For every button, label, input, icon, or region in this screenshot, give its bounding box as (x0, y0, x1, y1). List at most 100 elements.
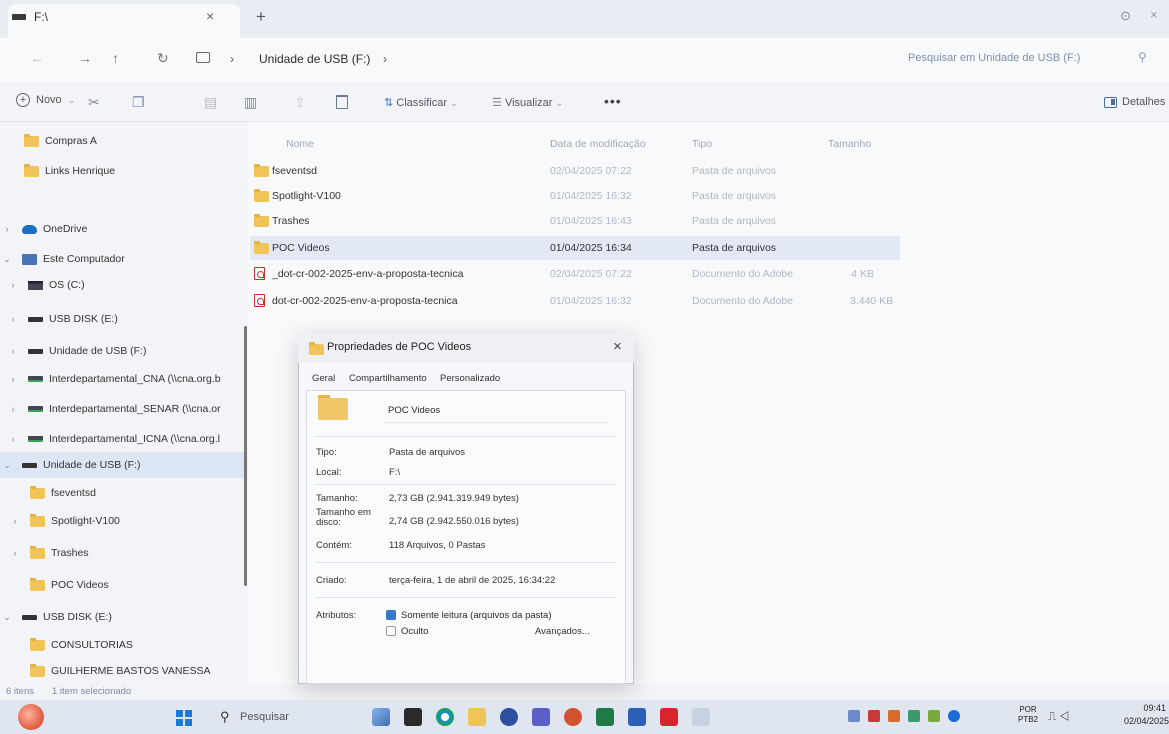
column-header-date[interactable]: Data de modificação (550, 138, 646, 150)
nav-item[interactable]: ⌄ Unidade de USB (F:) (0, 452, 246, 478)
close-window-button[interactable]: × (1150, 7, 1158, 22)
close-tab-button[interactable]: × (206, 8, 214, 24)
nav-item[interactable]: Compras A (0, 128, 246, 154)
chevron-icon[interactable]: › (6, 346, 20, 356)
breadcrumb-drive[interactable]: Unidade de USB (F:) (259, 52, 370, 66)
search-icon[interactable]: ⚲ (220, 709, 230, 725)
excel-icon[interactable] (596, 708, 614, 726)
nav-item[interactable]: › OneDrive (0, 216, 246, 242)
search-icon[interactable]: ⚲ (1138, 50, 1147, 64)
copy-icon[interactable]: ❐ (132, 94, 145, 111)
file-row[interactable]: dot-cr-002-2025-env-a-proposta-tecnica 01… (250, 289, 900, 313)
column-header-name[interactable]: Nome (286, 138, 314, 150)
chevron-icon[interactable]: › (8, 516, 22, 526)
tray-icon[interactable] (848, 710, 860, 722)
app-icon[interactable] (500, 708, 518, 726)
chevron-icon[interactable]: ⌄ (0, 612, 14, 623)
tab-geral[interactable]: Geral (312, 373, 335, 384)
nav-item[interactable]: Links Henrique (0, 158, 246, 184)
new-tab-button[interactable]: + (256, 7, 266, 27)
nav-item[interactable]: CONSULTORIAS (0, 632, 246, 658)
network-volume-icon[interactable]: ⎍ ◁ (1048, 709, 1069, 724)
rename-icon[interactable]: ▥ (244, 94, 257, 111)
nav-item[interactable]: POC Videos (0, 572, 246, 598)
breadcrumb-chevron-icon[interactable]: › (230, 52, 234, 66)
edge-browser-icon[interactable] (436, 708, 454, 726)
column-header-size[interactable]: Tamanho (828, 138, 871, 150)
taskbar-search[interactable]: Pesquisar (240, 711, 289, 723)
hidden-checkbox[interactable] (386, 626, 396, 636)
nav-item[interactable]: fseventsd (0, 480, 246, 506)
nav-item[interactable]: › Spotlight-V100 (0, 508, 246, 534)
cut-icon[interactable]: ✂ (88, 94, 100, 111)
tab-personalizado[interactable]: Personalizado (440, 373, 500, 384)
tray-icon[interactable] (948, 710, 960, 722)
file-row[interactable]: _dot-cr-002-2025-env-a-proposta-tecnica 0… (250, 262, 900, 286)
file-row[interactable]: fseventsd 02/04/2025 07:22 Pasta de arquiv… (250, 159, 900, 183)
powerpoint-icon[interactable] (564, 708, 582, 726)
nav-item[interactable]: › USB DISK (E:) (0, 306, 246, 332)
column-header-type[interactable]: Tipo (692, 138, 712, 150)
nav-item[interactable]: GUILHERME BASTOS VANESSA (0, 658, 246, 684)
share-icon[interactable]: ⇪ (294, 94, 306, 111)
folder-name-field[interactable]: POC Videos (384, 403, 608, 423)
delete-icon[interactable] (336, 95, 348, 109)
more-options-button[interactable]: ••• (604, 93, 622, 109)
tray-icon[interactable] (928, 710, 940, 722)
chevron-icon[interactable]: › (6, 434, 20, 444)
nav-item[interactable]: › Trashes (0, 540, 246, 566)
dialog-close-button[interactable]: × (613, 338, 622, 355)
nav-item[interactable]: › Unidade de USB (F:) (0, 338, 246, 364)
readonly-checkbox[interactable] (386, 610, 396, 620)
chevron-icon[interactable]: › (8, 548, 22, 558)
file-row[interactable]: POC Videos 01/04/2025 16:34 Pasta de arqui… (250, 236, 900, 260)
view-button[interactable]: ☰ Visualizar ⌄ (492, 96, 563, 109)
nav-item[interactable]: ⌄ Este Computador (0, 246, 246, 272)
chevron-icon[interactable]: ⌄ (0, 254, 14, 265)
nav-scrollbar[interactable] (244, 326, 247, 586)
tray-icon[interactable] (868, 710, 880, 722)
app-icon[interactable] (692, 708, 710, 726)
chevron-icon[interactable]: › (6, 404, 20, 414)
file-row[interactable]: Spotlight-V100 01/04/2025 16:32 Pasta de a… (250, 184, 900, 208)
nav-item[interactable]: ⌄ USB DISK (E:) (0, 604, 246, 630)
tray-icon[interactable] (908, 710, 920, 722)
tab-compartilhamento[interactable]: Compartilhamento (349, 373, 427, 384)
widgets-icon[interactable] (18, 704, 44, 730)
start-button[interactable] (176, 710, 192, 726)
minimize-button[interactable]: ⊙ (1120, 8, 1131, 24)
up-button[interactable]: ↑ (112, 50, 119, 66)
file-explorer-icon[interactable] (468, 708, 486, 726)
photos-app-icon[interactable] (372, 708, 390, 726)
sort-button[interactable]: ⇅ Classificar ⌄ (384, 96, 458, 109)
forward-button[interactable]: → (78, 50, 92, 66)
back-button[interactable]: ← (30, 50, 44, 66)
nav-item[interactable]: › Interdepartamental_CNA (\\cna.org.b (0, 366, 246, 392)
nav-item[interactable]: › Interdepartamental_SENAR (\\cna.or (0, 396, 246, 422)
new-button[interactable]: + Novo ⌄ (16, 93, 75, 107)
file-row[interactable]: Trashes 01/04/2025 16:43 Pasta de arquivos (250, 209, 900, 233)
nav-item[interactable]: › Interdepartamental_ICNA (\\cna.org.l (0, 426, 246, 452)
nav-item[interactable]: › OS (C:) (0, 272, 246, 298)
terminal-app-icon[interactable] (404, 708, 422, 726)
chevron-icon[interactable]: › (6, 374, 20, 384)
nav-item-label: USB DISK (E:) (49, 313, 118, 325)
clock-time[interactable]: 09:41 (1126, 703, 1166, 713)
chevron-icon[interactable]: › (6, 314, 20, 324)
refresh-button[interactable]: ↻ (157, 50, 169, 67)
chevron-icon[interactable]: › (6, 280, 20, 290)
acrobat-icon[interactable] (660, 708, 678, 726)
advanced-button[interactable]: Avançados... (535, 626, 590, 637)
clock-date[interactable]: 02/04/2025 (1120, 716, 1169, 726)
language-indicator[interactable]: POR PTB2 (1018, 705, 1038, 725)
monitor-icon[interactable] (196, 52, 210, 63)
breadcrumb-chevron-icon[interactable]: › (383, 52, 387, 66)
word-icon[interactable] (628, 708, 646, 726)
paste-icon[interactable]: ▤ (204, 94, 217, 111)
tray-icon[interactable] (888, 710, 900, 722)
file-size: 4 KB (851, 268, 874, 280)
teams-icon[interactable] (532, 708, 550, 726)
chevron-icon[interactable]: ⌄ (0, 460, 14, 471)
details-pane-button[interactable]: Detalhes (1104, 96, 1165, 108)
chevron-icon[interactable]: › (0, 224, 14, 234)
